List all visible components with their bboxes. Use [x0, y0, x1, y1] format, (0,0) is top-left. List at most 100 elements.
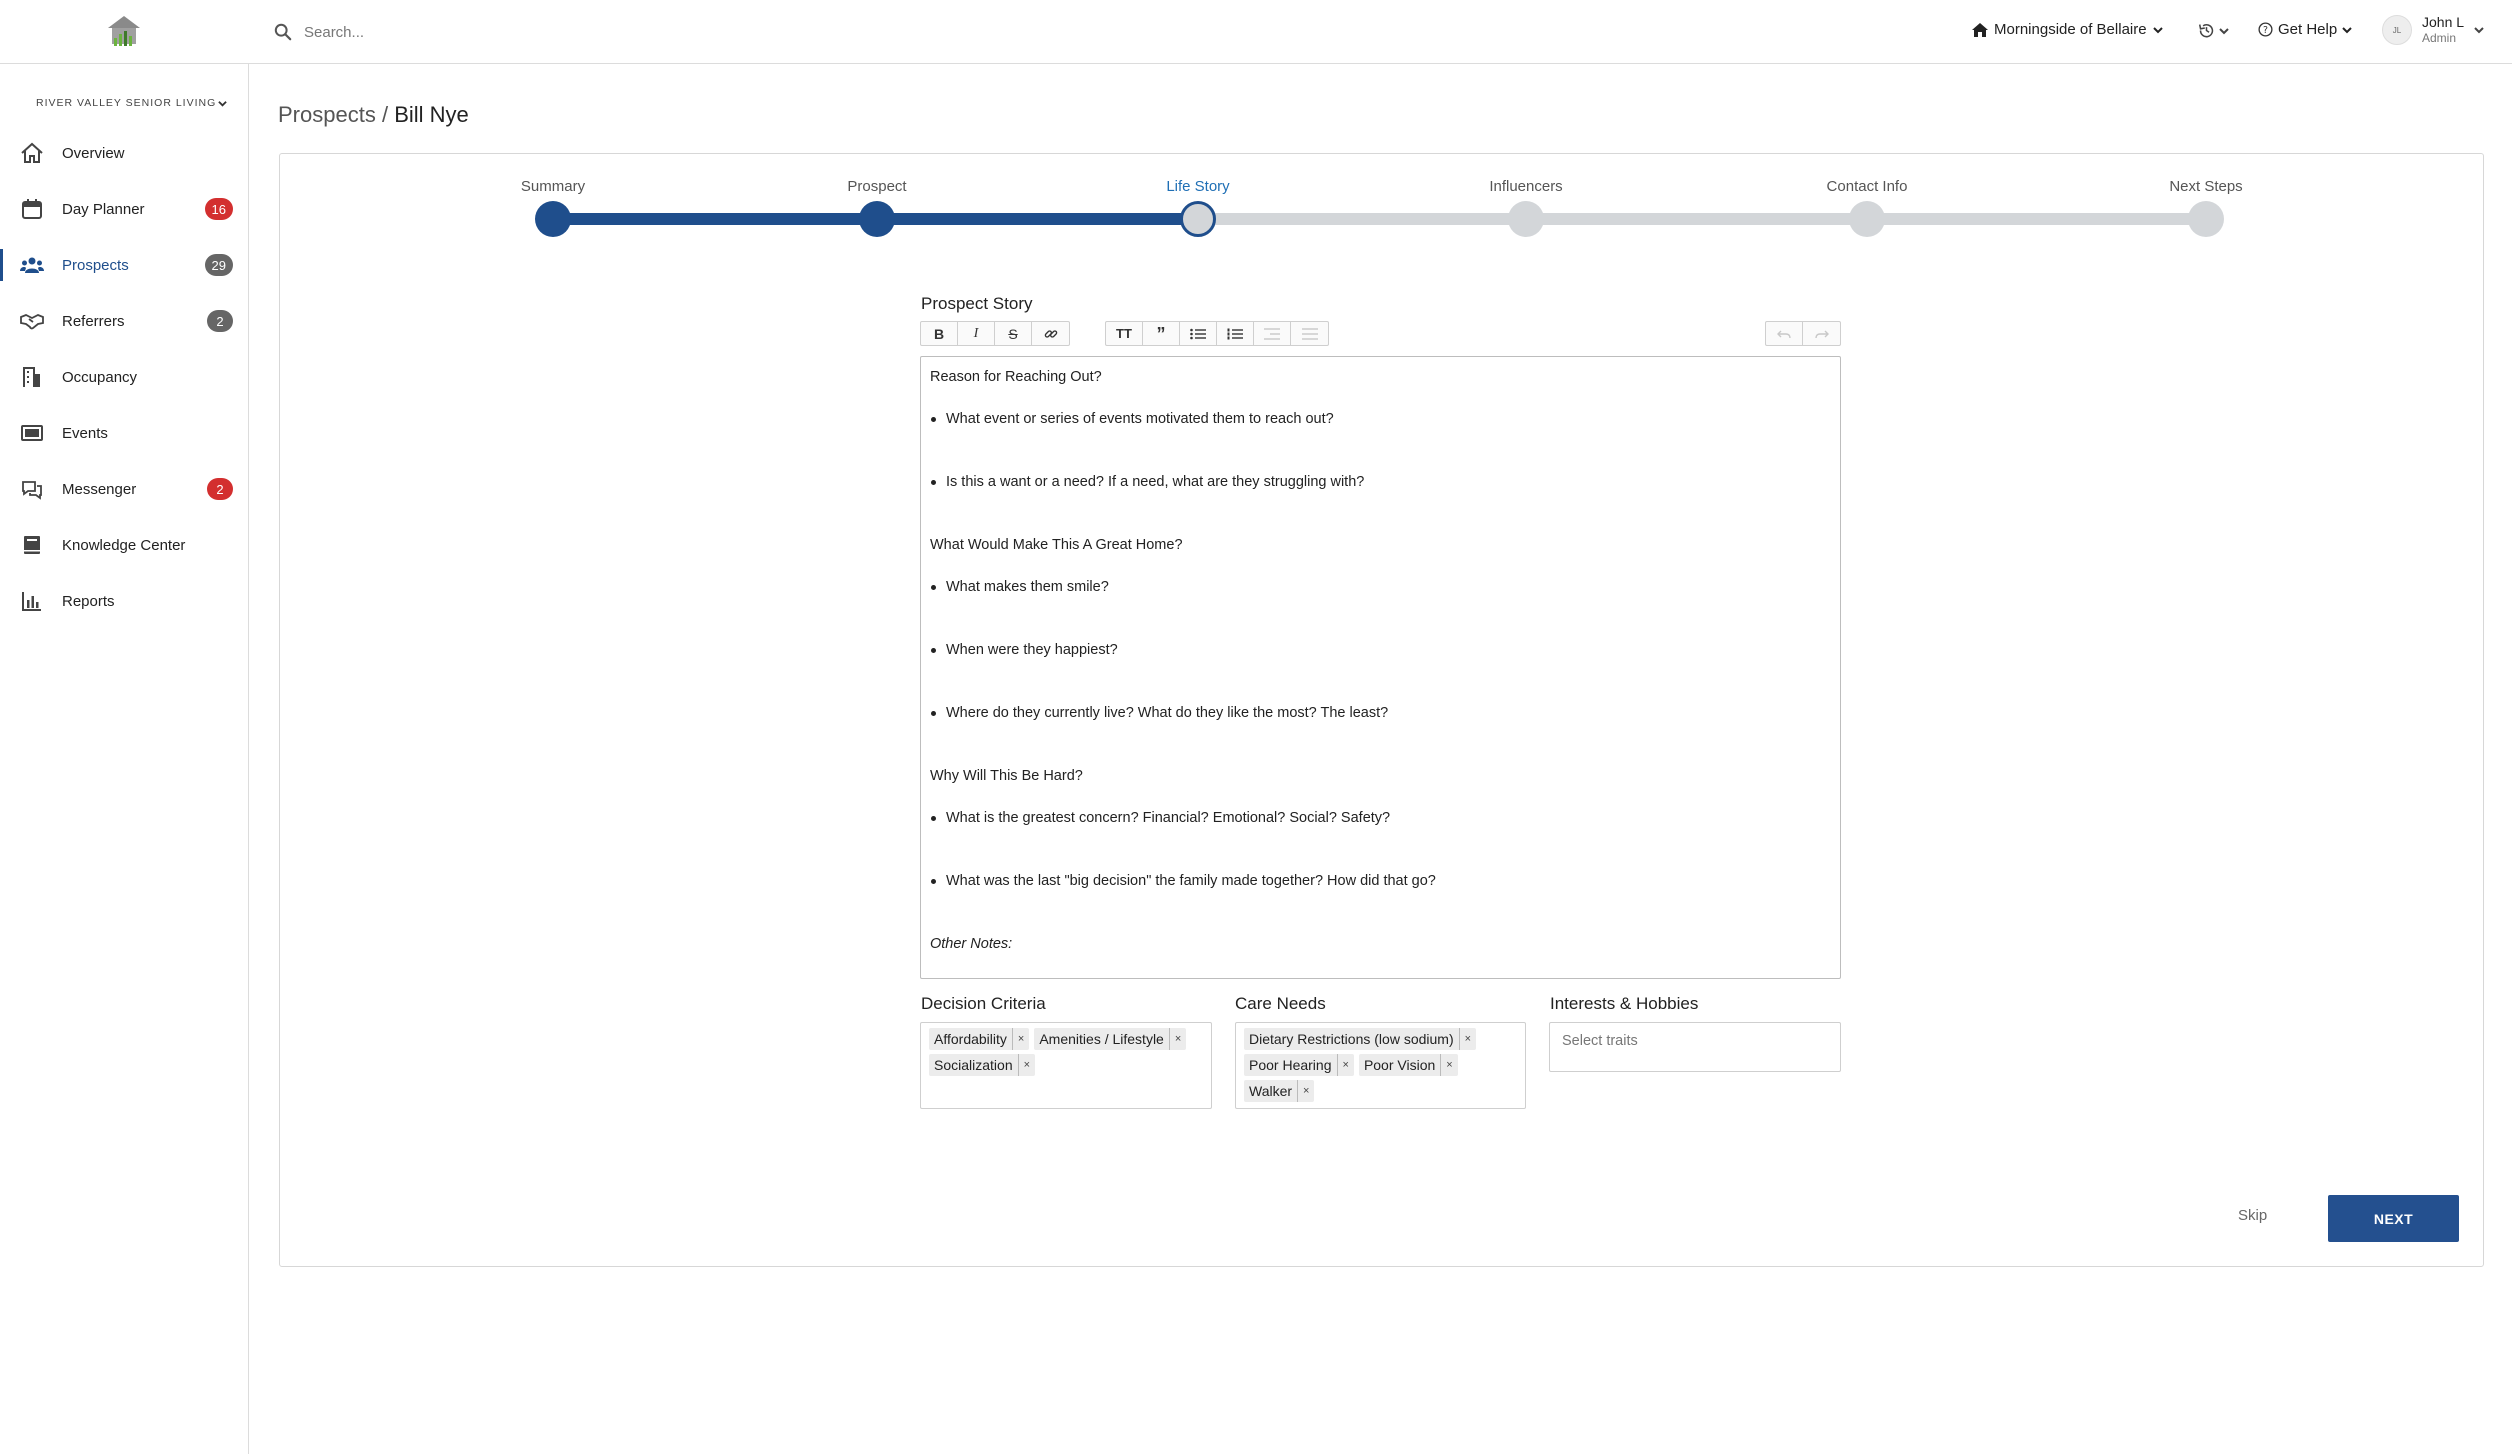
search-icon	[274, 23, 292, 41]
sidebar-item-label: Knowledge Center	[62, 536, 186, 554]
sidebar-item-events[interactable]: Events	[0, 413, 249, 453]
step-label-prospect[interactable]: Prospect	[847, 178, 906, 195]
outdent-icon	[1264, 327, 1280, 340]
sidebar-item-knowledge-center[interactable]: Knowledge Center	[0, 525, 249, 565]
prospect-story-editor[interactable]: Reason for Reaching Out? What event or s…	[920, 356, 1841, 979]
next-button[interactable]: NEXT	[2328, 1195, 2459, 1242]
care-needs-select[interactable]: Dietary Restrictions (low sodium) × Poor …	[1235, 1022, 1526, 1109]
editor-notes: Other Notes:	[930, 936, 1013, 952]
interests-hobbies-label: Interests & Hobbies	[1550, 994, 1699, 1013]
italic-button[interactable]: I	[958, 322, 995, 345]
sidebar-item-label: Prospects	[62, 256, 129, 274]
indent-button[interactable]	[1291, 322, 1328, 345]
bar-chart-icon	[22, 592, 41, 611]
select-traits-placeholder: Select traits	[1562, 1033, 1638, 1049]
undo-button[interactable]	[1766, 322, 1803, 345]
quote-icon: ”	[1156, 323, 1166, 344]
remove-tag-icon[interactable]: ×	[1017, 1054, 1035, 1076]
company-logo[interactable]	[106, 14, 142, 50]
chat-icon	[22, 481, 42, 500]
numbered-list-button[interactable]	[1217, 322, 1254, 345]
count-badge: 2	[207, 478, 233, 500]
search-placeholder[interactable]: Search...	[304, 24, 364, 41]
interests-hobbies-select[interactable]: Select traits	[1549, 1022, 1841, 1072]
step-dot-next-steps[interactable]	[2188, 201, 2224, 237]
redo-button[interactable]	[1803, 322, 1840, 345]
search-bar[interactable]: Search...	[274, 18, 364, 46]
link-button[interactable]	[1032, 322, 1069, 345]
indent-icon	[1301, 327, 1318, 340]
sidebar-item-reports[interactable]: Reports	[0, 581, 249, 621]
svg-text:?: ?	[2263, 25, 2268, 36]
bold-button[interactable]: B	[921, 322, 958, 345]
tag-chip: Amenities / Lifestyle ×	[1034, 1028, 1187, 1050]
skip-button[interactable]: Skip	[2238, 1207, 2267, 1224]
sidebar-item-label: Occupancy	[62, 368, 138, 386]
book-icon	[24, 536, 40, 554]
step-dot-contact-info[interactable]	[1849, 201, 1885, 237]
sidebar-item-referrers[interactable]: Referrers 2	[0, 301, 249, 341]
step-label-life-story[interactable]: Life Story	[1166, 178, 1229, 195]
strikethrough-icon: S	[1008, 325, 1018, 342]
bullet-list-button[interactable]	[1180, 322, 1217, 345]
chevron-down-icon	[218, 100, 227, 107]
help-menu[interactable]: ? Get Help	[2258, 21, 2352, 38]
page-title: Bill Nye	[394, 102, 469, 127]
editor-bullet: When were they happiest?	[930, 640, 1831, 660]
breadcrumb-parent-link[interactable]: Prospects	[278, 102, 376, 127]
sidebar-item-occupancy[interactable]: Occupancy	[0, 357, 249, 397]
tag-chip: Poor Vision ×	[1358, 1054, 1458, 1076]
step-label-next-steps[interactable]: Next Steps	[2169, 178, 2242, 195]
block-toolbar: TT ”	[1105, 321, 1329, 346]
remove-tag-icon[interactable]: ×	[1336, 1054, 1354, 1076]
home-icon	[1972, 22, 1988, 37]
remove-tag-icon[interactable]: ×	[1168, 1028, 1186, 1050]
tag-chip: Socialization ×	[929, 1054, 1036, 1076]
step-label-influencers[interactable]: Influencers	[1489, 178, 1562, 195]
top-bar: Search... Morningside of Bellaire ? Get …	[0, 0, 2512, 64]
bold-icon: B	[933, 325, 945, 342]
community-selector[interactable]: Morningside of Bellaire	[1972, 21, 2163, 38]
sidebar-item-messenger[interactable]: Messenger 2	[0, 469, 249, 509]
italic-icon: I	[973, 325, 979, 341]
editor-bullet: What was the last "big decision" the fam…	[930, 871, 1831, 891]
heading-icon: TT	[1116, 326, 1132, 341]
user-menu[interactable]: JL John L Admin	[2382, 14, 2484, 46]
history-icon	[2198, 24, 2214, 38]
remove-tag-icon[interactable]: ×	[1440, 1054, 1457, 1076]
step-dot-influencers[interactable]	[1508, 201, 1544, 237]
user-role: Admin	[2422, 31, 2457, 45]
history-toolbar	[1765, 321, 1841, 346]
step-dot-summary[interactable]	[535, 201, 571, 237]
decision-criteria-select[interactable]: Affordability × Amenities / Lifestyle × So…	[920, 1022, 1212, 1109]
sidebar-item-label: Referrers	[62, 312, 125, 330]
organization-name: RIVER VALLEY SENIOR LIVING	[36, 97, 217, 109]
remove-tag-icon[interactable]: ×	[1458, 1028, 1476, 1050]
step-dot-life-story[interactable]	[1180, 201, 1216, 237]
outdent-button[interactable]	[1254, 322, 1291, 345]
sidebar-item-prospects[interactable]: Prospects 29	[0, 245, 249, 285]
heading-button[interactable]: TT	[1106, 322, 1143, 345]
avatar: JL	[2382, 15, 2412, 45]
step-label-summary[interactable]: Summary	[521, 178, 585, 195]
remove-tag-icon[interactable]: ×	[1011, 1028, 1029, 1050]
tag-chip: Poor Hearing ×	[1244, 1054, 1354, 1076]
tag-chip: Affordability ×	[929, 1028, 1030, 1050]
strikethrough-button[interactable]: S	[995, 322, 1032, 345]
editor-heading: Why Will This Be Hard?	[930, 768, 1083, 784]
history-menu[interactable]	[2198, 22, 2229, 39]
redo-icon	[1814, 330, 1829, 338]
sidebar-item-day-planner[interactable]: Day Planner 16	[0, 189, 249, 229]
remove-tag-icon[interactable]: ×	[1297, 1080, 1314, 1102]
editor-bullet: What is the greatest concern? Financial?…	[930, 808, 1831, 828]
sidebar-item-overview[interactable]: Overview	[0, 133, 249, 173]
step-label-contact-info[interactable]: Contact Info	[1827, 178, 1908, 195]
sidebar-item-label: Day Planner	[62, 200, 145, 218]
step-dot-prospect[interactable]	[859, 201, 895, 237]
chevron-down-icon	[2219, 27, 2229, 34]
sidebar-item-label: Overview	[62, 144, 125, 162]
organization-selector[interactable]: RIVER VALLEY SENIOR LIVING	[36, 97, 227, 109]
care-needs-label: Care Needs	[1235, 994, 1326, 1013]
help-label: Get Help	[2278, 21, 2338, 38]
quote-button[interactable]: ”	[1143, 322, 1180, 345]
